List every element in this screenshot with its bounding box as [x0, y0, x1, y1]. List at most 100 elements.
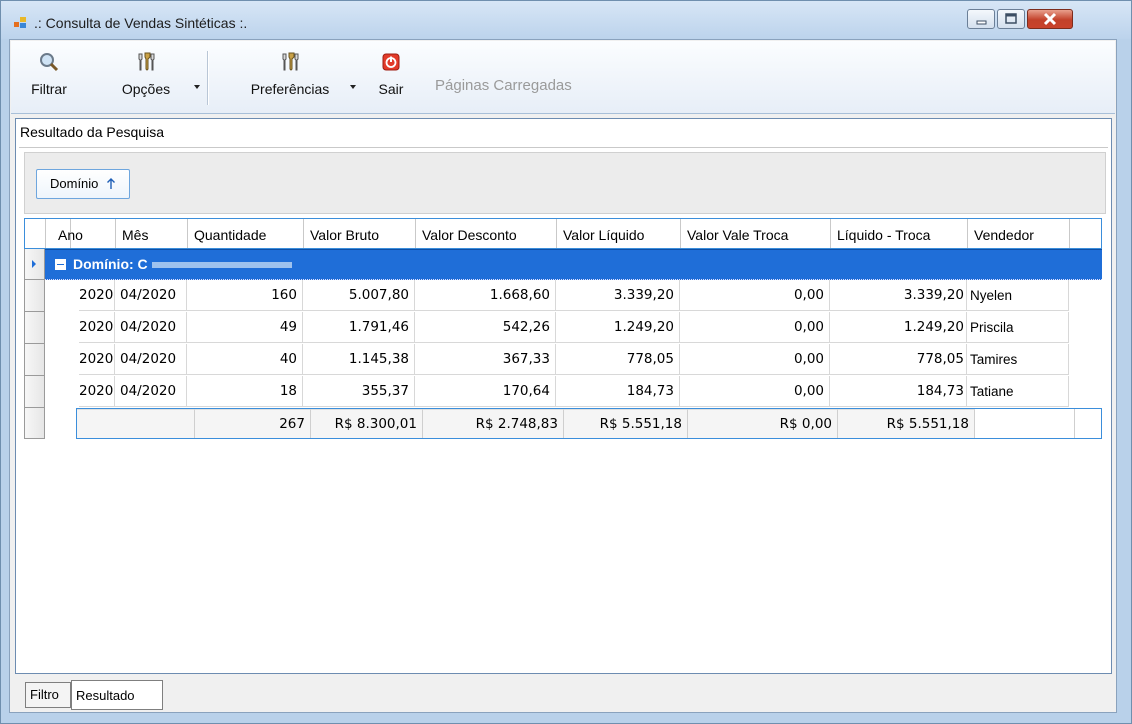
search-icon [40, 53, 59, 72]
tools-icon [138, 52, 155, 71]
column-header-liquido-troca[interactable]: Líquido - Troca [831, 219, 968, 248]
cell-liquido-troca[interactable]: 778,05 [830, 344, 967, 375]
maximize-button[interactable] [997, 9, 1025, 29]
cell-valor-vale-troca[interactable]: 0,00 [680, 280, 830, 311]
tab-filtro[interactable]: Filtro [25, 682, 71, 708]
cell-mes[interactable]: 04/2020 [115, 344, 187, 375]
cell-valor-desconto[interactable]: 170,64 [415, 376, 556, 407]
cell-quantidade[interactable]: 40 [187, 344, 303, 375]
cell-mes[interactable]: 04/2020 [115, 376, 187, 407]
row-selector[interactable] [24, 408, 45, 439]
cell-mes[interactable]: 04/2020 [115, 280, 187, 311]
cell-vendedor[interactable]: Nyelen [967, 280, 1069, 311]
table-row[interactable]: 2020 04/2020 18 355,37 170,64 184,73 0,0… [79, 376, 1102, 407]
row-selector[interactable] [24, 344, 45, 376]
client-area: Filtrar Opções Preferências Sair Páginas… [9, 39, 1117, 713]
grid-header: Ano Mês Quantidade Valor Bruto Valor Des… [24, 218, 1102, 249]
table-row[interactable]: 2020 04/2020 40 1.145,38 367,33 778,05 0… [79, 344, 1102, 375]
column-header-ano[interactable]: Ano [46, 219, 116, 248]
header-corner [25, 219, 46, 248]
minimize-icon [976, 20, 987, 25]
exit-button[interactable]: Sair [371, 45, 411, 109]
cell-ano[interactable]: 2020 [79, 344, 115, 375]
cell-liquido-troca[interactable]: 1.249,20 [830, 312, 967, 343]
cell-quantidade[interactable]: 18 [187, 376, 303, 407]
summary-valor-vale-troca: R$ 0,00 [688, 409, 838, 438]
cell-valor-bruto[interactable]: 1.145,38 [303, 344, 415, 375]
divider [19, 147, 1108, 148]
cell-liquido-troca[interactable]: 184,73 [830, 376, 967, 407]
preferences-dropdown-icon[interactable] [350, 85, 356, 89]
cell-liquido-troca[interactable]: 3.339,20 [830, 280, 967, 311]
cell-ano[interactable]: 2020 [79, 280, 115, 311]
cell-valor-bruto[interactable]: 355,37 [303, 376, 415, 407]
results-panel: Resultado da Pesquisa Domínio Ano Mês Qu… [15, 118, 1112, 674]
group-chip-label: Domínio [50, 176, 99, 191]
column-header-quantidade[interactable]: Quantidade [188, 219, 304, 248]
cell-valor-liquido[interactable]: 778,05 [556, 344, 680, 375]
power-icon [382, 53, 400, 71]
cell-valor-vale-troca[interactable]: 0,00 [680, 376, 830, 407]
row-selector-group[interactable] [24, 249, 45, 280]
data-grid: Ano Mês Quantidade Valor Bruto Valor Des… [24, 216, 1106, 667]
options-button[interactable]: Opções [111, 45, 181, 109]
filter-button[interactable]: Filtrar [21, 45, 77, 109]
toolbar-separator [207, 51, 208, 105]
cell-vendedor[interactable]: Tatiane [967, 376, 1069, 407]
cell-valor-bruto[interactable]: 5.007,80 [303, 280, 415, 311]
cell-valor-liquido[interactable]: 3.339,20 [556, 280, 680, 311]
cell-valor-liquido[interactable]: 184,73 [556, 376, 680, 407]
table-row[interactable]: 2020 04/2020 160 5.007,80 1.668,60 3.339… [79, 280, 1102, 311]
column-header-vendedor[interactable]: Vendedor [968, 219, 1070, 248]
cell-valor-desconto[interactable]: 1.668,60 [415, 280, 556, 311]
title-bar[interactable]: .: Consulta de Vendas Sintéticas :. [1, 1, 1131, 39]
column-header-valor-vale-troca[interactable]: Valor Vale Troca [681, 219, 831, 248]
sort-ascending-icon[interactable] [106, 178, 116, 190]
cell-vendedor[interactable]: Priscila [967, 312, 1069, 343]
tab-resultado[interactable]: Resultado [71, 680, 163, 710]
cell-quantidade[interactable]: 160 [187, 280, 303, 311]
group-row[interactable]: Domínio: C [45, 249, 1102, 280]
panel-title: Resultado da Pesquisa [20, 124, 164, 140]
summary-valor-liquido: R$ 5.551,18 [564, 409, 688, 438]
preferences-button[interactable]: Preferências [236, 45, 344, 109]
cell-valor-vale-troca[interactable]: 0,00 [680, 312, 830, 343]
cell-quantidade[interactable]: 49 [187, 312, 303, 343]
column-header-valor-liquido[interactable]: Valor Líquido [557, 219, 681, 248]
toolbar: Filtrar Opções Preferências Sair Páginas… [11, 41, 1115, 114]
table-row[interactable]: 2020 04/2020 49 1.791,46 542,26 1.249,20… [79, 312, 1102, 343]
tools-icon [282, 52, 299, 71]
cell-ano[interactable]: 2020 [79, 312, 115, 343]
collapse-icon[interactable] [55, 259, 66, 270]
cell-valor-vale-troca[interactable]: 0,00 [680, 344, 830, 375]
column-header-mes[interactable]: Mês [116, 219, 188, 248]
row-selector[interactable] [24, 280, 45, 312]
cell-valor-desconto[interactable]: 367,33 [415, 344, 556, 375]
cell-vendedor[interactable]: Tamires [967, 344, 1069, 375]
options-label: Opções [121, 81, 171, 97]
close-button[interactable] [1027, 9, 1073, 29]
column-header-valor-desconto[interactable]: Valor Desconto [416, 219, 557, 248]
summary-empty [77, 409, 195, 438]
summary-vendedor [975, 409, 1075, 438]
close-icon [1043, 12, 1057, 26]
cell-mes[interactable]: 04/2020 [115, 312, 187, 343]
options-dropdown-icon[interactable] [194, 85, 200, 89]
group-by-area: Domínio [24, 152, 1106, 214]
cell-valor-bruto[interactable]: 1.791,46 [303, 312, 415, 343]
cell-valor-desconto[interactable]: 542,26 [415, 312, 556, 343]
group-row-label: Domínio: C [73, 256, 148, 272]
group-chip-domain[interactable]: Domínio [36, 169, 131, 199]
column-header-valor-bruto[interactable]: Valor Bruto [304, 219, 416, 248]
minimize-button[interactable] [967, 9, 995, 29]
summary-quantidade: 267 [195, 409, 311, 438]
row-selector[interactable] [24, 312, 45, 344]
summary-liquido-troca: R$ 5.551,18 [838, 409, 975, 438]
filter-label: Filtrar [31, 81, 67, 97]
row-selector[interactable] [24, 376, 45, 408]
group-row-text: Domínio: C [73, 256, 292, 272]
window-title: .: Consulta de Vendas Sintéticas :. [34, 15, 248, 31]
cell-valor-liquido[interactable]: 1.249,20 [556, 312, 680, 343]
exit-label: Sair [378, 81, 404, 97]
cell-ano[interactable]: 2020 [79, 376, 115, 407]
